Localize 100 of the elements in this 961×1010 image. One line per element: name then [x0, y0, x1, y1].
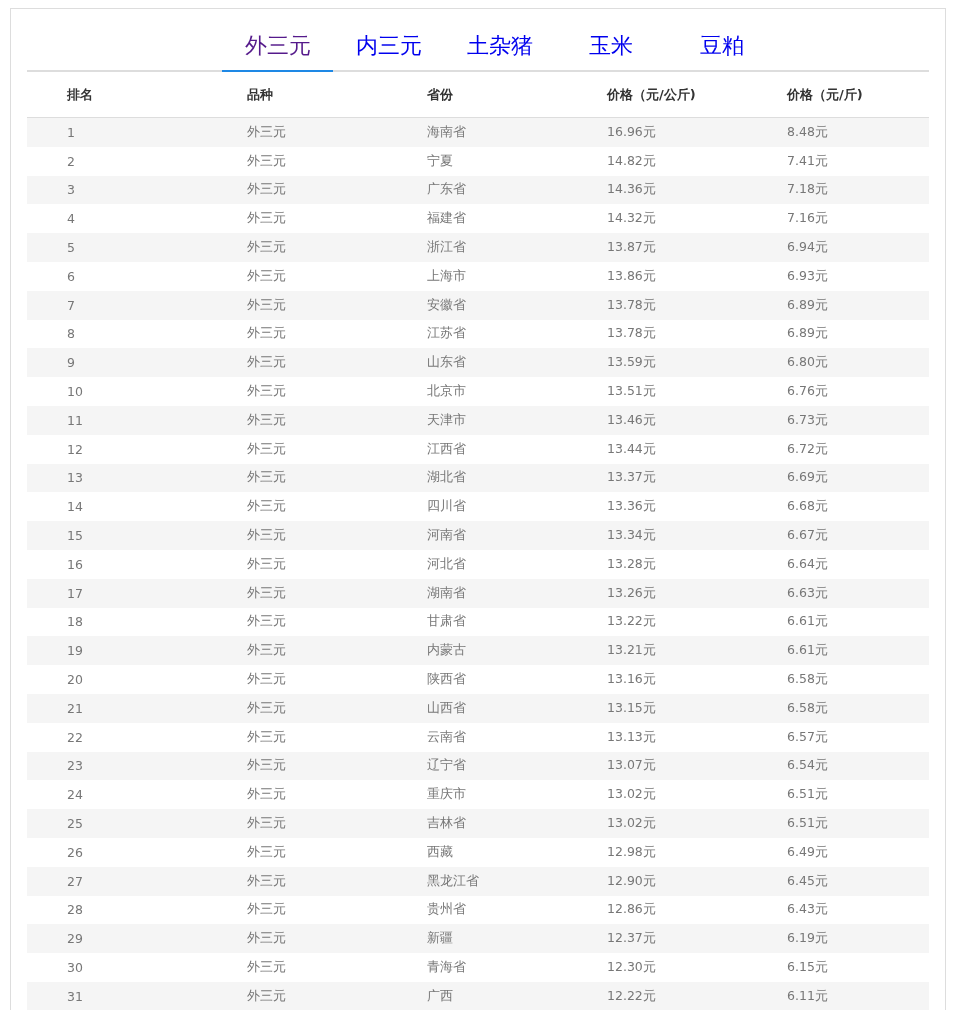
table-cell-text: 外三元: [246, 498, 287, 516]
table-cell-text: 6.69元: [786, 469, 829, 487]
table-cell-text: 山东省: [426, 354, 467, 372]
tab[interactable]: 内三元: [333, 30, 444, 72]
table-cell-text: 外三元: [246, 411, 287, 429]
table-cell-text: 山西省: [426, 699, 467, 717]
table-cell-text: 13.78元: [606, 325, 657, 343]
table-cell-text: 6.51元: [786, 786, 829, 804]
table-cell-text: 外三元: [246, 671, 287, 689]
table-cell-text: 13.02元: [606, 786, 657, 804]
table-cell-text: 外三元: [246, 872, 287, 890]
table-cell-text: 14.82元: [606, 152, 657, 170]
table-cell-text: 外三元: [246, 296, 287, 314]
table-cell-text: 3: [66, 182, 76, 198]
column-header: 省份: [426, 85, 454, 104]
table-cell-text: 27: [66, 873, 84, 889]
table-cell-text: 外三元: [246, 786, 287, 804]
table-cell-text: 西藏: [426, 843, 454, 861]
table-cell-text: 上海市: [426, 267, 467, 285]
table-cell-text: 6.76元: [786, 383, 829, 401]
table-cell-text: 20: [66, 672, 84, 688]
table-cell-text: 13.34元: [606, 527, 657, 545]
table-cell-text: 吉林省: [426, 815, 467, 832]
table-cell-text: 外三元: [246, 642, 287, 660]
table-cell-text: 13.86元: [606, 267, 657, 285]
table-cell-text: 13.16元: [606, 671, 657, 689]
table-cell-text: 福建省: [426, 210, 467, 228]
table-cell-text: 6.49元: [786, 843, 829, 861]
table-cell-text: 6.73元: [786, 411, 829, 429]
table-cell-text: 外三元: [246, 354, 287, 372]
table-cell-text: 外三元: [246, 239, 287, 257]
table-cell-text: 7: [66, 297, 76, 313]
table-cell-text: 6.45元: [786, 872, 829, 890]
table-cell-text: 北京市: [426, 383, 467, 401]
table-cell-text: 青海省: [426, 959, 467, 976]
table-cell-text: 6.94元: [786, 239, 829, 257]
table-cell-text: 24: [66, 787, 84, 803]
table-cell-text: 2: [66, 153, 76, 169]
table-cell-text: 14.32元: [606, 210, 657, 228]
table-cell-text: 23: [66, 758, 84, 774]
column-header: 价格（元/斤): [785, 85, 864, 104]
table-cell-text: 31: [66, 988, 84, 1004]
table-cell-text: 12.98元: [606, 843, 657, 861]
table-cell-text: 外三元: [246, 930, 287, 948]
table-cell-text: 26: [66, 844, 84, 860]
tab[interactable]: 土杂猪: [444, 30, 555, 72]
table-cell-text: 6: [66, 268, 76, 284]
table-cell-text: 12.90元: [606, 872, 657, 890]
table-cell-text: 13.02元: [606, 815, 657, 832]
table-cell-text: 重庆市: [426, 786, 467, 804]
table-cell-text: 6.68元: [786, 498, 829, 516]
table-cell-text: 13.59元: [606, 354, 657, 372]
table-cell-text: 13.26元: [606, 584, 657, 602]
table-cell-text: 13.36元: [606, 498, 657, 516]
table-cell-text: 28: [66, 902, 84, 918]
table-cell-text: 6.80元: [786, 354, 829, 372]
table-cell-text: 9: [66, 355, 76, 371]
table-cell-text: 四川省: [426, 498, 467, 516]
tab[interactable]: 豆粕: [666, 30, 777, 72]
table-cell-text: 12.37元: [606, 930, 657, 948]
tab[interactable]: 玉米: [555, 30, 666, 72]
table-cell-text: 辽宁省: [426, 757, 467, 775]
table-cell-text: 外三元: [246, 469, 287, 487]
table-cell-text: 外三元: [246, 152, 287, 170]
table-cell-text: 外三元: [246, 325, 287, 343]
table-cell-text: 7.18元: [786, 181, 829, 199]
table-cell-text: 13.51元: [606, 383, 657, 401]
table-cell-text: 12.30元: [606, 959, 657, 976]
tab[interactable]: 外三元: [222, 30, 333, 72]
table-cell-text: 13: [66, 470, 84, 486]
table-cell-text: 湖南省: [426, 584, 467, 602]
table-cell-text: 外三元: [246, 757, 287, 775]
table-cell-text: 外三元: [246, 613, 287, 631]
table-cell-text: 6.58元: [786, 671, 829, 689]
table-cell-text: 17: [66, 585, 84, 601]
table-cell-text: 21: [66, 700, 84, 716]
table-cell-text: 外三元: [246, 584, 287, 602]
table-cell-text: 11: [66, 412, 84, 428]
table-cell-text: 13.87元: [606, 239, 657, 257]
table-cell-text: 6.61元: [786, 613, 829, 631]
table-cell-text: 外三元: [246, 699, 287, 717]
table-cell-text: 6.89元: [786, 296, 829, 314]
table-cell-text: 19: [66, 643, 84, 659]
table-cell-text: 13.15元: [606, 699, 657, 717]
table-cell-text: 安徽省: [426, 296, 467, 314]
table-cell-text: 新疆: [426, 930, 454, 948]
table-cell-text: 外三元: [246, 843, 287, 861]
column-header: 价格（元/公斤): [605, 85, 697, 104]
table-cell-text: 内蒙古: [426, 642, 467, 660]
table-cell-text: 16.96元: [606, 123, 657, 141]
table-cell-text: 6.93元: [786, 267, 829, 285]
table-cell-text: 14.36元: [606, 181, 657, 199]
table-cell-text: 13.37元: [606, 469, 657, 487]
table-cell-text: 18: [66, 614, 84, 630]
table-cell-text: 7.41元: [786, 152, 829, 170]
table-cell-text: 13.46元: [606, 411, 657, 429]
table-cell-text: 外三元: [246, 210, 287, 228]
table-cell-text: 13.28元: [606, 555, 657, 573]
table-cell-text: 外三元: [246, 440, 287, 458]
table-cell-text: 云南省: [426, 728, 467, 746]
